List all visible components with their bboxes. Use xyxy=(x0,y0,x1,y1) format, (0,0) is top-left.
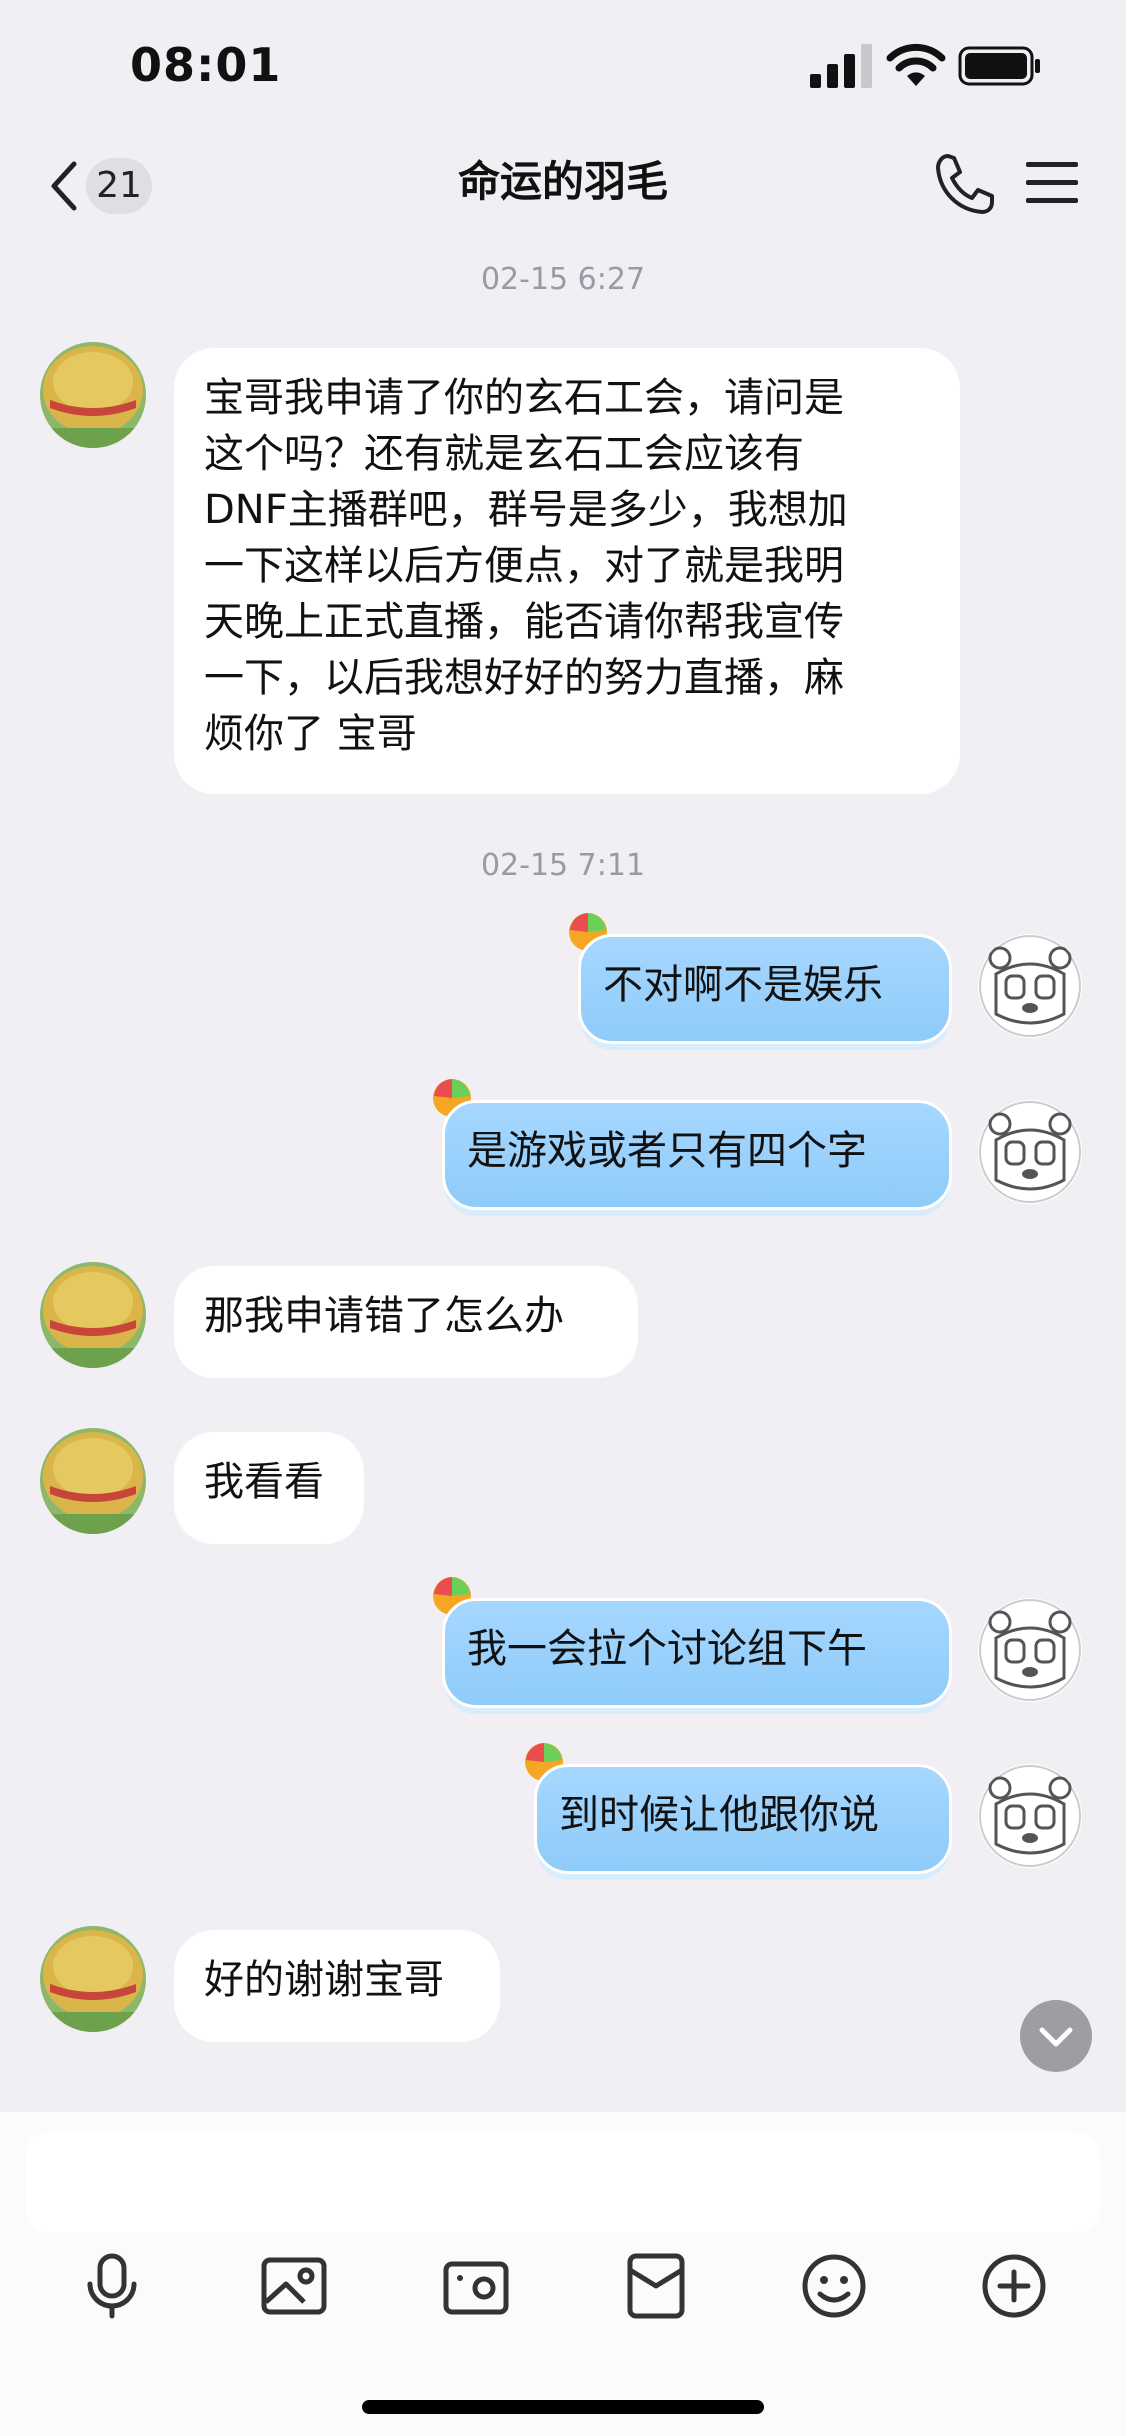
outgoing-message-bubble[interactable]: 是游戏或者只有四个字 xyxy=(442,1100,952,1210)
red-packet-icon[interactable] xyxy=(620,2250,692,2322)
incoming-message-bubble[interactable]: 宝哥我申请了你的玄石工会，请问是 这个吗？还有就是玄石工会应该有 DNF主播群吧… xyxy=(174,348,960,794)
microphone-icon[interactable] xyxy=(76,2250,148,2322)
message-line: DNF主播群吧，群号是多少，我想加 xyxy=(204,487,848,533)
chat-header: 21 命运的羽毛 xyxy=(0,130,1126,240)
my-avatar[interactable] xyxy=(978,934,1082,1038)
my-avatar[interactable] xyxy=(978,1764,1082,1868)
message-text: 好的谢谢宝哥 xyxy=(204,1957,444,2003)
input-panel xyxy=(0,2112,1126,2436)
message-line: 一下这样以后方便点，对了就是我明 xyxy=(204,543,844,589)
incoming-message-bubble[interactable]: 好的谢谢宝哥 xyxy=(174,1930,500,2042)
scroll-to-bottom-button[interactable] xyxy=(1020,2000,1092,2072)
message-line: 烦你了 宝哥 xyxy=(204,711,417,757)
emoji-icon[interactable] xyxy=(798,2250,870,2322)
contact-avatar[interactable] xyxy=(40,1262,146,1368)
contact-avatar[interactable] xyxy=(40,1428,146,1534)
contact-avatar[interactable] xyxy=(40,1926,146,2032)
incoming-message-bubble[interactable]: 那我申请错了怎么办 xyxy=(174,1266,638,1378)
cellular-signal-icon xyxy=(810,44,872,88)
my-avatar[interactable] xyxy=(978,1100,1082,1204)
status-time: 08:01 xyxy=(130,38,282,92)
wifi-icon xyxy=(886,43,946,86)
message-line: 一下，以后我想好好的努力直播，麻 xyxy=(204,655,844,701)
status-bar: 08:01 xyxy=(0,0,1126,130)
message-text: 是游戏或者只有四个字 xyxy=(467,1128,867,1174)
camera-icon[interactable] xyxy=(440,2250,512,2322)
message-timestamp: 02-15 7:11 xyxy=(480,848,646,883)
message-text: 我一会拉个讨论组下午 xyxy=(467,1626,867,1672)
battery-icon xyxy=(958,46,1040,86)
plus-icon[interactable] xyxy=(978,2250,1050,2322)
contact-avatar[interactable] xyxy=(40,342,146,448)
message-text: 到时候让他跟你说 xyxy=(559,1792,879,1838)
image-icon[interactable] xyxy=(258,2250,330,2322)
menu-icon[interactable] xyxy=(1026,160,1078,206)
home-indicator[interactable] xyxy=(362,2400,764,2414)
my-avatar[interactable] xyxy=(978,1598,1082,1702)
message-line: 天晚上正式直播，能否请你帮我宣传 xyxy=(204,599,844,645)
message-line: 这个吗？还有就是玄石工会应该有 xyxy=(204,431,804,477)
message-timestamp: 02-15 6:27 xyxy=(480,262,646,297)
message-text: 那我申请错了怎么办 xyxy=(204,1293,564,1339)
message-text: 我看看 xyxy=(204,1459,324,1505)
outgoing-message-bubble[interactable]: 我一会拉个讨论组下午 xyxy=(442,1598,952,1708)
chevron-down-icon xyxy=(1039,2027,1073,2047)
message-line: 宝哥我申请了你的玄石工会，请问是 xyxy=(204,375,844,421)
message-text: 不对啊不是娱乐 xyxy=(603,962,883,1008)
outgoing-message-bubble[interactable]: 不对啊不是娱乐 xyxy=(578,934,952,1044)
incoming-message-bubble[interactable]: 我看看 xyxy=(174,1432,364,1544)
message-input[interactable] xyxy=(26,2132,1100,2232)
outgoing-message-bubble[interactable]: 到时候让他跟你说 xyxy=(534,1764,952,1874)
phone-call-icon[interactable] xyxy=(934,152,994,216)
